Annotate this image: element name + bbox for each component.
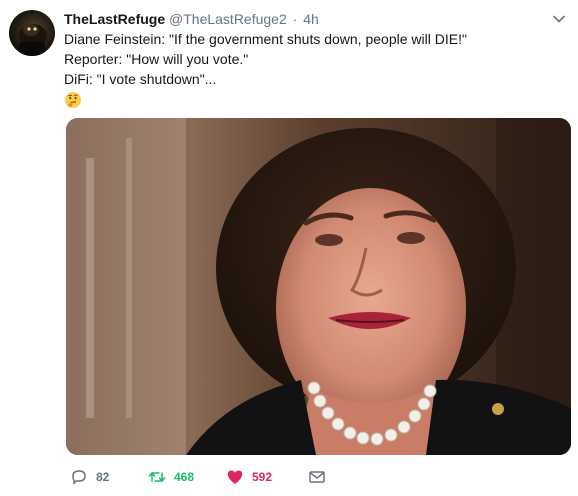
envelope-icon (308, 468, 334, 486)
thinking-face-icon (64, 91, 82, 109)
tweet-line: DiFi: "I vote shutdown"... (64, 71, 217, 87)
retweet-button[interactable]: 468 (148, 466, 194, 488)
tweet-header: TheLastRefuge @TheLastRefuge2 · 4h (64, 10, 568, 30)
avatar[interactable] (9, 10, 55, 56)
retweet-icon (148, 468, 174, 486)
like-button[interactable]: 592 (226, 466, 272, 488)
display-name[interactable]: TheLastRefuge (64, 11, 165, 27)
tweet-line: Diane Feinstein: "If the government shut… (64, 31, 467, 47)
reply-icon (70, 468, 96, 486)
like-count: 592 (252, 470, 273, 484)
reply-button[interactable]: 82 (70, 466, 109, 488)
tweet-photo[interactable] (66, 118, 571, 455)
reply-count: 82 (96, 470, 110, 484)
separator-dot: · (292, 11, 298, 27)
tweet-card[interactable]: TheLastRefuge @TheLastRefuge2 · 4h Diane… (0, 0, 578, 496)
heart-icon (226, 468, 252, 486)
tweet-line: Reporter: "How will you vote." (64, 51, 249, 67)
handle[interactable]: @TheLastRefuge2 (169, 11, 287, 27)
direct-message-button[interactable] (308, 466, 334, 488)
chevron-down-icon[interactable] (552, 12, 566, 26)
timestamp[interactable]: 4h (303, 11, 319, 27)
retweet-count: 468 (174, 470, 195, 484)
tweet-actions: 82 468 592 (66, 466, 566, 488)
tweet-text: Diane Feinstein: "If the government shut… (64, 29, 564, 114)
